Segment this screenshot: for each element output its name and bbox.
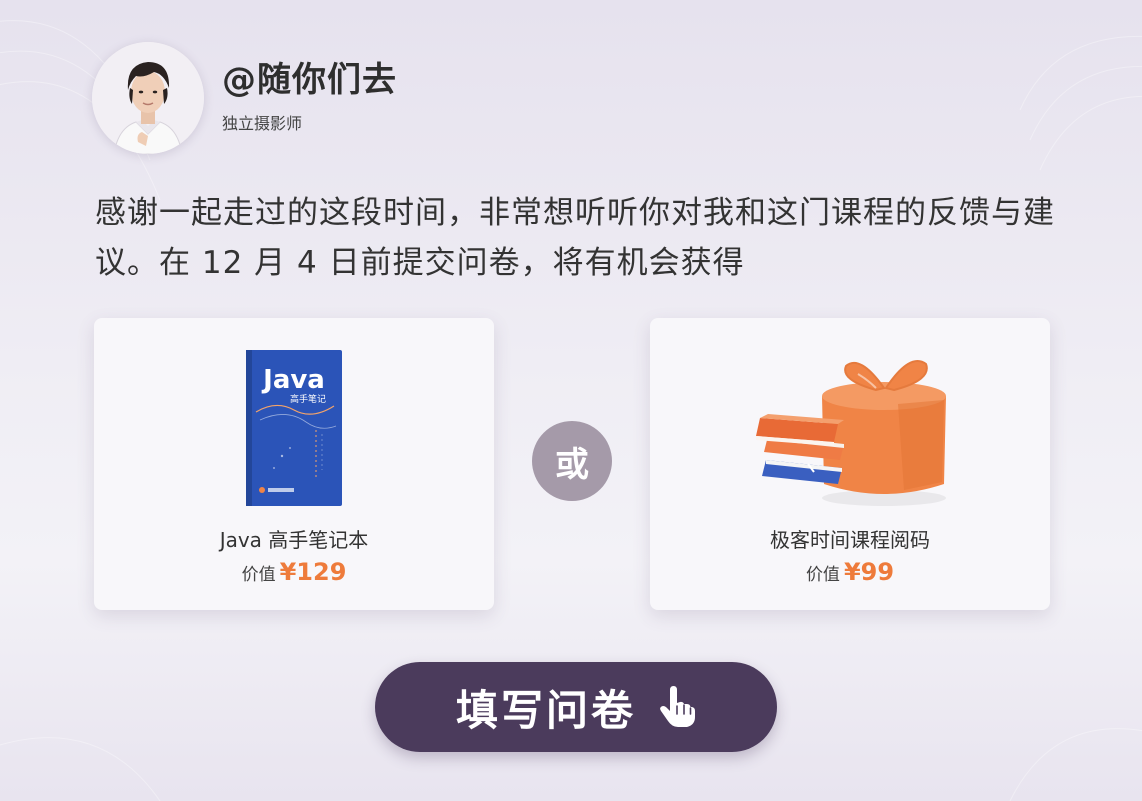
price-label: 价值 [241, 565, 276, 585]
book-cover-subtitle: 高手笔记 [290, 393, 326, 405]
fill-survey-button[interactable]: 填写问卷 [375, 662, 777, 752]
gift-box-icon [756, 360, 946, 506]
username[interactable]: @随你们去 [222, 58, 397, 102]
user-role: 独立摄影师 [222, 114, 303, 133]
reward-price: 价值 ¥129 [94, 558, 494, 586]
reward-title: Java 高手笔记本 [219, 528, 369, 552]
reward-card-course-code[interactable]: 极客时间课程阅码 价值 ¥99 [650, 318, 1050, 610]
price-value: ¥99 [843, 558, 895, 586]
reward-title: 极客时间课程阅码 [770, 528, 930, 552]
avatar[interactable] [92, 42, 204, 154]
java-notebook-image: Java 高手笔记 [246, 350, 342, 506]
profile-info: @随你们去 独立摄影师 [222, 58, 397, 134]
price-label: 价值 [805, 565, 840, 585]
message-text: 感谢一起走过的这段时间，非常想听听你对我和这门课程的反馈与建议。在 12 月 4… [95, 195, 1055, 281]
or-divider-badge: 或 [532, 421, 612, 501]
fill-survey-label: 填写问卷 [455, 685, 636, 735]
reward-price: 价值 ¥99 [650, 558, 1050, 586]
profile-header: @随你们去 独立摄影师 [92, 42, 397, 154]
hand-pointer-icon [660, 686, 695, 727]
reward-card-notebook[interactable]: Java 高手笔记 Java 高手笔记本 价值 ¥129 [94, 318, 494, 610]
book-cover-title: Java [261, 365, 325, 395]
price-value: ¥129 [279, 558, 347, 586]
